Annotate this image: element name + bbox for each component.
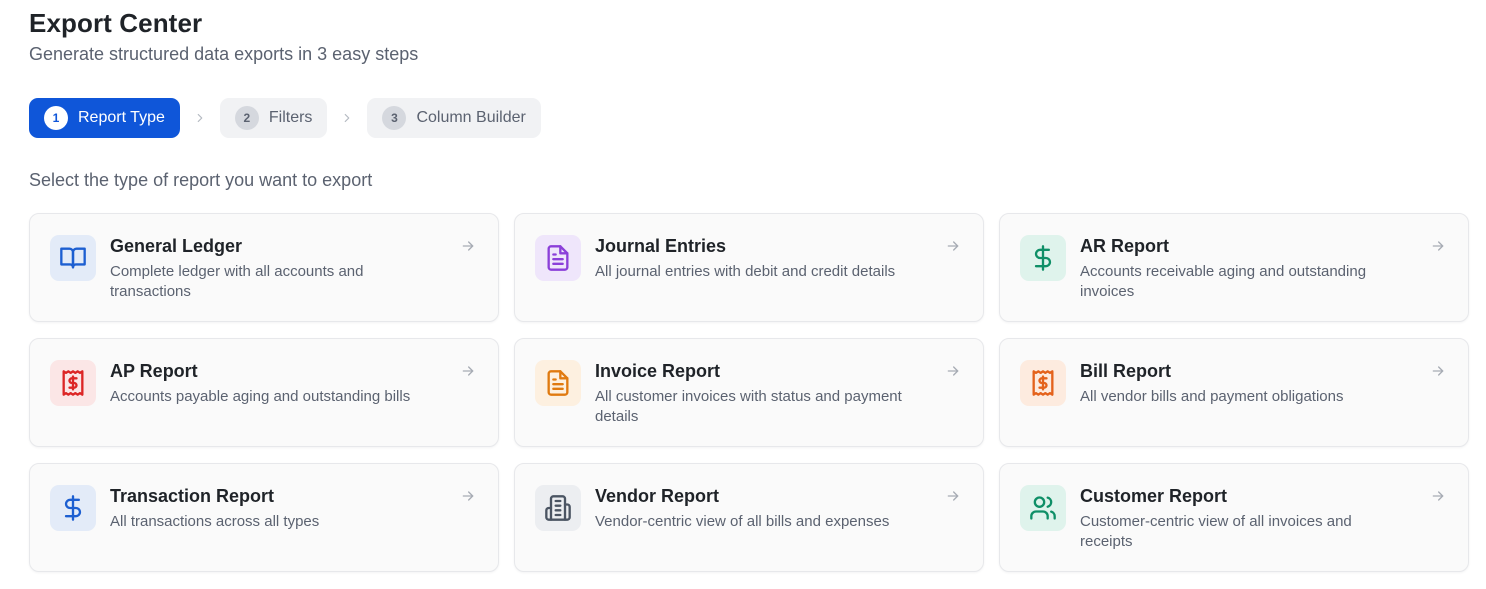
report-type-grid: General Ledger Complete ledger with all a… <box>29 213 1469 572</box>
report-card-vendor-report[interactable]: Vendor Report Vendor-centric view of all … <box>514 463 984 572</box>
dollar-icon <box>1020 235 1066 281</box>
book-open-icon <box>50 235 96 281</box>
report-card-title: Vendor Report <box>595 486 720 506</box>
report-card-description: Accounts payable aging and outstanding b… <box>110 388 411 405</box>
document-icon <box>535 235 581 281</box>
step-label: Filters <box>268 109 313 126</box>
step-column-builder[interactable]: 3 Column Builder <box>367 98 541 138</box>
report-card-title: AR Report <box>1080 236 1169 256</box>
report-card-title: Transaction Report <box>110 486 275 506</box>
arrow-right-icon <box>460 363 476 379</box>
report-card-title: AP Report <box>110 361 198 381</box>
document-icon <box>535 360 581 406</box>
receipt-icon <box>1020 360 1066 406</box>
report-card-ap-report[interactable]: AP Report Accounts payable aging and outs… <box>29 338 499 447</box>
report-card-ar-report[interactable]: AR Report Accounts receivable aging and o… <box>999 213 1469 322</box>
arrow-right-icon <box>1430 488 1446 504</box>
report-card-invoice-report[interactable]: Invoice Report All customer invoices with… <box>514 338 984 447</box>
step-number: 2 <box>234 106 259 130</box>
step-number: 1 <box>44 106 68 130</box>
report-card-title: Invoice Report <box>595 361 721 381</box>
report-card-description: Customer-centric view of all invoices an… <box>1080 513 1352 550</box>
step-filters[interactable]: 2 Filters <box>219 98 328 138</box>
step-number: 3 <box>382 106 407 130</box>
arrow-right-icon <box>1430 238 1446 254</box>
arrow-right-icon <box>945 488 961 504</box>
report-card-description: All customer invoices with status and pa… <box>595 388 902 425</box>
dollar-icon <box>50 485 96 531</box>
chevron-right-icon <box>327 111 367 125</box>
arrow-right-icon <box>460 488 476 504</box>
step-label: Report Type <box>78 109 165 126</box>
arrow-right-icon <box>945 238 961 254</box>
report-card-title: Bill Report <box>1080 361 1172 381</box>
report-card-description: Complete ledger with all accounts and tr… <box>110 263 364 300</box>
stepper: 1 Report Type 2 Filters 3 Column Builder <box>29 98 541 138</box>
arrow-right-icon <box>945 363 961 379</box>
report-card-title: Journal Entries <box>595 236 727 256</box>
report-card-general-ledger[interactable]: General Ledger Complete ledger with all a… <box>29 213 499 322</box>
report-card-description: All journal entries with debit and credi… <box>595 263 896 280</box>
report-card-description: Accounts receivable aging and outstandin… <box>1080 263 1367 300</box>
report-card-description: All transactions across all types <box>110 513 320 530</box>
report-card-customer-report[interactable]: Customer Report Customer-centric view of … <box>999 463 1469 572</box>
report-type-prompt: Select the type of report you want to ex… <box>29 170 373 190</box>
report-card-title: General Ledger <box>110 236 243 256</box>
report-card-transaction-report[interactable]: Transaction Report All transactions acros… <box>29 463 499 572</box>
page-subtitle: Generate structured data exports in 3 ea… <box>29 44 419 64</box>
report-card-description: All vendor bills and payment obligations <box>1080 388 1344 405</box>
report-card-description: Vendor-centric view of all bills and exp… <box>595 513 890 530</box>
chevron-right-icon <box>180 111 220 125</box>
report-card-journal-entries[interactable]: Journal Entries All journal entries with … <box>514 213 984 322</box>
arrow-right-icon <box>1430 363 1446 379</box>
users-icon <box>1020 485 1066 531</box>
report-card-bill-report[interactable]: Bill Report All vendor bills and payment … <box>999 338 1469 447</box>
arrow-right-icon <box>460 238 476 254</box>
step-label: Column Builder <box>416 109 526 126</box>
building-icon <box>535 485 581 531</box>
receipt-icon <box>50 360 96 406</box>
report-card-title: Customer Report <box>1080 486 1228 506</box>
step-report-type[interactable]: 1 Report Type <box>29 98 180 138</box>
page-title: Export Center <box>29 8 203 38</box>
